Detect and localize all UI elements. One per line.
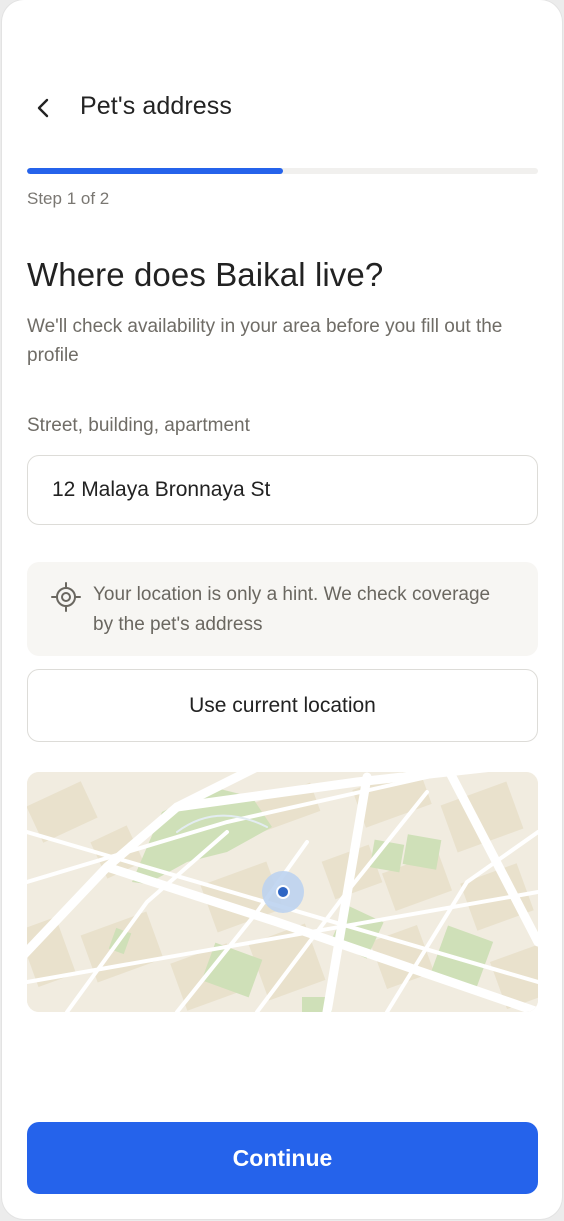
header: Pet's address [2,78,562,138]
map-preview[interactable] [27,772,538,1012]
app-screen: Pet's address Step 1 of 2 Where does Bai… [2,0,562,1219]
target-location-icon [51,582,81,612]
use-current-location-button[interactable]: Use current location [27,669,538,742]
question-heading: Where does Baikal live? [27,256,384,293]
address-field-label: Street, building, apartment [27,415,250,436]
location-hint: Your location is only a hint. We check c… [27,562,538,656]
page-title: Pet's address [80,92,232,120]
progress-fill [27,168,283,174]
location-hint-text: Your location is only a hint. We check c… [93,584,491,635]
address-input[interactable] [27,455,538,525]
progress-bar [27,168,538,174]
step-label: Step 1 of 2 [27,189,110,208]
continue-button[interactable]: Continue [27,1122,538,1194]
question-subtitle: We'll check availability in your area be… [27,316,503,366]
back-button[interactable] [24,88,64,128]
current-location-dot-icon [276,885,290,899]
map-tiles [27,772,538,1012]
chevron-left-icon [37,98,49,118]
